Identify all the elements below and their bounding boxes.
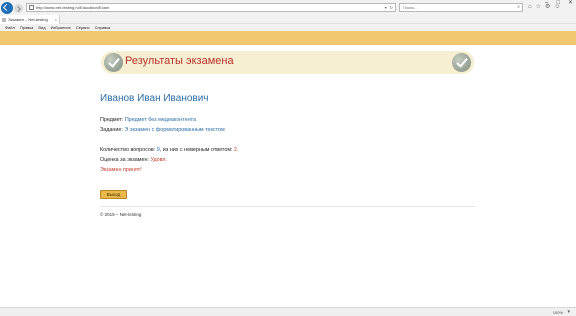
back-button[interactable] xyxy=(1,2,13,14)
search-input[interactable]: Поиск... ⌕ xyxy=(399,3,523,12)
menu-edit[interactable]: Правка xyxy=(20,25,34,30)
checkmark-icon xyxy=(452,53,471,72)
task-label: Задание: xyxy=(100,127,123,133)
page-title: Результаты экзамена xyxy=(125,55,234,67)
subject-label: Предмет: xyxy=(100,117,124,123)
menu-help[interactable]: Справка xyxy=(95,25,111,30)
grade-value: Удовл. xyxy=(150,157,167,163)
menu-tools[interactable]: Сервис xyxy=(76,25,90,30)
menu-file[interactable]: Файл xyxy=(5,25,15,30)
refresh-icon[interactable]: ↻ xyxy=(390,5,393,11)
zoom-level[interactable]: 100% xyxy=(553,310,563,315)
address-bar: http://www.net-testing.ru/Education/Exam… xyxy=(0,0,576,15)
home-icon[interactable]: ⌂ xyxy=(528,4,532,11)
tab-bar: Экзамен – Net-testing × xyxy=(0,15,576,24)
subject-line: Предмет: Предмет без медиаконтента xyxy=(100,117,196,123)
menu-favorites[interactable]: Избранное xyxy=(51,25,71,30)
tab-exam[interactable]: Экзамен – Net-testing × xyxy=(0,15,60,24)
maximize-icon[interactable]: □ xyxy=(556,0,560,6)
exam-status: Экзамен принят! xyxy=(100,167,142,173)
subject-link[interactable]: Предмет без медиаконтента xyxy=(125,117,196,123)
url-field[interactable]: http://www.net-testing.ru/Education/Exam… xyxy=(26,3,396,12)
search-dropdown-icon[interactable]: ▾ xyxy=(385,5,387,11)
url-text: http://www.net-testing.ru/Education/Exam xyxy=(36,5,110,10)
period: . xyxy=(237,147,239,153)
student-name: Иванов Иван Иванович xyxy=(100,93,209,104)
close-window-icon[interactable]: ✕ xyxy=(568,0,573,6)
site-header-band xyxy=(0,31,576,45)
checkmark-icon xyxy=(104,53,123,72)
page-icon xyxy=(29,5,34,10)
zoom-dropdown-icon[interactable]: ▾ xyxy=(567,309,570,315)
menu-bar: Файл Правка Вид Избранное Сервис Справка xyxy=(0,24,576,31)
wrong-answers-label: , из них с неверным ответом: xyxy=(159,147,233,153)
grade-line: Оценка за экзамен: Удовл. xyxy=(100,157,167,163)
questions-label: Количество вопросов: xyxy=(100,147,156,153)
questions-line: Количество вопросов: 9, из них с неверны… xyxy=(100,147,239,153)
minimize-icon[interactable]: – xyxy=(545,0,548,6)
tab-close-icon[interactable]: × xyxy=(53,17,59,22)
task-line: Задание: Э экзамен с форматированным тек… xyxy=(100,127,225,133)
results-banner: Результаты экзамена xyxy=(101,51,474,74)
favorites-star-icon[interactable]: ☆ xyxy=(536,4,541,11)
task-link[interactable]: Э экзамен с форматированным текстом xyxy=(124,127,224,133)
forward-button[interactable] xyxy=(14,4,23,13)
menu-view[interactable]: Вид xyxy=(38,25,45,30)
tab-title: Экзамен – Net-testing xyxy=(8,17,48,22)
search-placeholder: Поиск... xyxy=(403,5,418,10)
exit-button[interactable]: Выход xyxy=(100,190,127,199)
search-icon[interactable]: ⌕ xyxy=(517,4,520,11)
status-bar: 100% ▾ xyxy=(0,307,576,316)
tab-favicon-icon xyxy=(2,17,6,22)
copyright: © 2019 – Net-testing xyxy=(100,212,142,217)
grade-label: Оценка за экзамен: xyxy=(100,157,149,163)
footer-divider xyxy=(100,206,475,207)
